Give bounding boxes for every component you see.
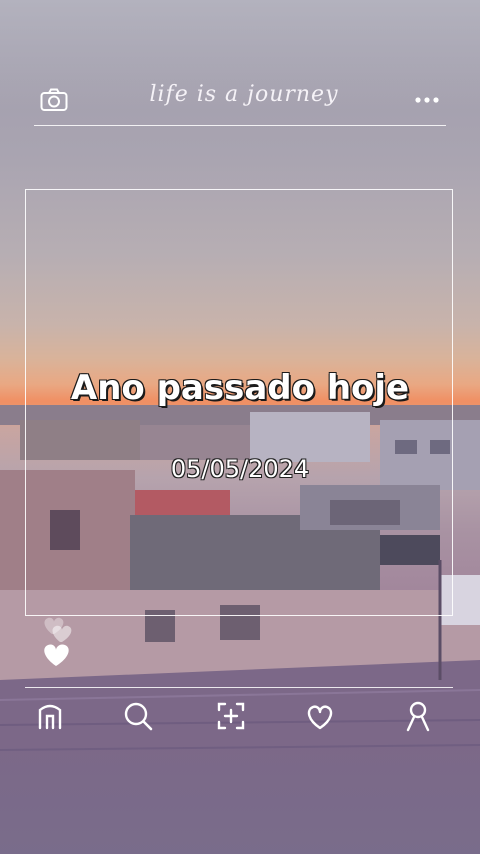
top-bar: life is a journey (34, 78, 446, 126)
profile-icon (406, 701, 430, 732)
nav-likes-button[interactable] (300, 696, 340, 736)
nav-divider (25, 687, 453, 688)
app-title: life is a journey (149, 82, 339, 107)
nav-home-button[interactable] (30, 696, 70, 736)
top-divider (34, 125, 446, 126)
add-icon (217, 702, 245, 730)
heart-outline-icon (307, 705, 333, 730)
camera-icon[interactable] (40, 88, 68, 112)
heart-icon[interactable] (38, 612, 82, 670)
nav-profile-button[interactable] (398, 696, 438, 736)
memory-headline: Ano passado hoje (70, 368, 410, 408)
nav-add-button[interactable] (211, 696, 251, 736)
nav-search-button[interactable] (118, 696, 158, 736)
home-icon (38, 704, 62, 730)
memory-date: 05/05/2024 (170, 455, 310, 483)
search-icon (124, 702, 153, 731)
bottom-haze (0, 734, 480, 854)
more-icon[interactable] (414, 96, 440, 104)
bottom-nav (25, 696, 453, 736)
